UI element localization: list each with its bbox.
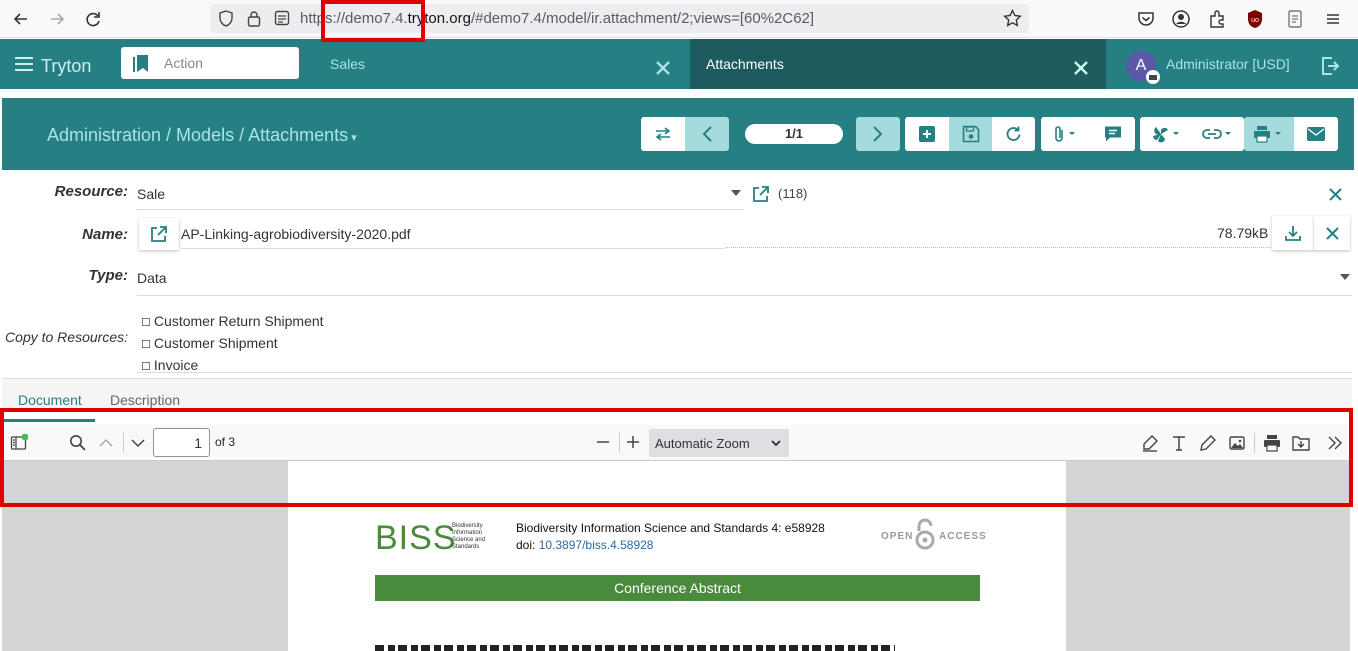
name-underline [181,248,725,249]
resource-label: Resource: [54,183,128,200]
biss-logo-subtitle: Biodiversity Information Science and Sta… [452,523,486,550]
open-file-button[interactable] [139,218,179,250]
shield-icon[interactable] [218,10,234,27]
resource-id: (118) [778,186,808,201]
app-topbar: Tryton Action Sales Attachments A Admini… [0,39,1358,89]
extensions-icon[interactable] [1206,8,1228,30]
resource-dropdown-icon[interactable] [731,190,741,196]
pdf-toolbar-highlight-box [0,408,1353,507]
action-search-input[interactable]: Action [121,47,299,79]
breadcrumb[interactable]: Administration / Models / Attachments ▾ [47,125,357,146]
checkbox-icon[interactable]: ☐ [141,317,154,329]
copy-resources-label: Copy to Resources: [5,329,128,345]
copy-option-return-shipment[interactable]: ☐ Customer Return Shipment [141,311,324,333]
user-name: Administrator [USD] [1166,56,1290,72]
copy-resources-list: ☐ Customer Return Shipment ☐ Customer Sh… [141,311,324,377]
relate-button[interactable] [1192,117,1244,151]
name-label: Name: [82,226,128,243]
close-tab-sales-icon[interactable] [656,61,670,75]
download-icon [1285,225,1301,241]
email-button[interactable] [1294,117,1338,151]
previous-record-button[interactable] [685,117,729,151]
hamburger-menu-icon[interactable] [1322,8,1344,30]
external-link-icon [150,226,167,243]
menu-icon[interactable] [14,56,34,72]
resource-underline [137,209,744,210]
brand-name[interactable]: Tryton [41,56,91,77]
open-resource-icon[interactable] [752,186,769,203]
tab-document[interactable]: Document [18,392,82,408]
open-label: OPEN [881,531,914,542]
close-tab-attachments-icon[interactable] [1074,61,1088,75]
ublock-icon[interactable]: uo [1244,8,1266,30]
action-placeholder: Action [164,55,203,71]
clear-file-icon [1326,227,1339,240]
tab-sales[interactable]: Sales [330,56,365,72]
doi-label: doi: [516,538,536,552]
back-icon[interactable] [10,8,32,30]
breadcrumb-text: Administration / Models / Attachments [47,125,349,145]
reload-icon[interactable] [82,8,104,30]
access-label: ACCESS [939,531,987,542]
svg-text:uo: uo [1251,17,1259,24]
file-name-input[interactable]: AP-Linking-agrobiodiversity-2020.pdf [181,226,411,242]
biss-logo: BISS [375,519,457,557]
clear-file-button[interactable] [1314,216,1350,250]
option-label: Customer Shipment [153,335,278,351]
next-record-button[interactable] [856,117,900,151]
action-button[interactable] [1140,117,1192,151]
url-highlight-box [321,0,425,42]
attachment-button[interactable] [1041,117,1091,151]
save-button[interactable] [949,117,992,151]
reload-record-button[interactable] [992,117,1035,151]
forward-icon[interactable] [46,8,68,30]
doi-line: doi: 10.3897/biss.4.58928 [516,538,653,552]
tab-attachments[interactable]: Attachments [690,39,1106,89]
notes-button[interactable] [1091,117,1135,151]
page-info-icon[interactable] [274,10,290,26]
bookmark-icon[interactable] [132,54,150,73]
copy-underline [137,372,1352,373]
print-button[interactable] [1244,117,1294,151]
caret-down-icon: ▾ [348,132,357,144]
notebook-tabs: Document Description [2,378,1352,422]
size-dotted-line [725,247,1270,248]
browser-toolbar: https://demo7.4.tryton.org/#demo7.4/mode… [0,0,1358,38]
type-label: Type: [88,267,128,284]
logout-icon[interactable] [1320,56,1340,76]
download-button[interactable] [1272,216,1314,250]
account-icon[interactable] [1170,8,1192,30]
user-menu[interactable]: A Administrator [USD] [1126,51,1290,84]
pocket-icon[interactable] [1135,8,1157,30]
type-underline [137,295,1352,296]
form-header: Administration / Models / Attachments ▾ … [2,98,1354,170]
record-pager: 1/1 [745,124,843,144]
avatar-badge-icon [1146,70,1160,84]
copy-option-invoice[interactable]: ☐ Invoice [141,355,324,377]
reader-view-icon[interactable] [1284,8,1306,30]
option-label: Customer Return Shipment [153,313,324,329]
conference-abstract-banner: Conference Abstract [375,575,980,601]
bookmark-star-icon[interactable] [1003,9,1022,28]
doi-link[interactable]: 10.3897/biss.4.58928 [539,538,654,552]
clear-resource-icon[interactable] [1329,188,1342,201]
copy-option-customer-shipment[interactable]: ☐ Customer Shipment [141,333,324,355]
type-select[interactable]: Data [137,270,167,286]
tab-description[interactable]: Description [110,392,180,408]
type-dropdown-icon[interactable] [1340,274,1350,280]
option-label: Invoice [153,357,199,373]
new-record-button[interactable] [905,117,949,151]
tab-attachments-label: Attachments [706,56,784,72]
title-text-fragment [375,645,895,651]
lock-icon[interactable] [247,10,261,27]
switch-view-button[interactable] [641,117,685,151]
file-size: 78.79kB [1217,225,1269,241]
journal-citation: Biodiversity Information Science and Sta… [516,521,825,535]
checkbox-icon[interactable]: ☐ [141,339,154,351]
resource-value[interactable]: Sale [137,186,165,202]
